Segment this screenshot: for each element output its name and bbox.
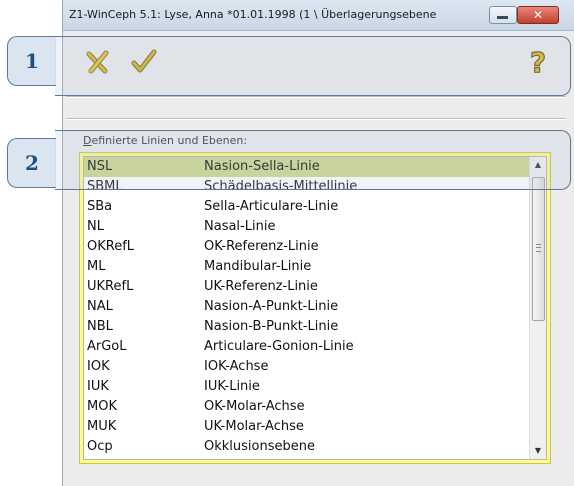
minimize-icon: [497, 16, 508, 19]
list-item-abbr: ArGoL: [87, 339, 127, 354]
callout-frame-2: [55, 130, 571, 190]
close-button[interactable]: ✕: [517, 6, 559, 24]
title-bar[interactable]: Z1-WinCeph 5.1: Lyse, Anna *01.01.1998 (…: [63, 0, 574, 31]
list-item-abbr: MUK: [87, 419, 117, 434]
list-item-name: Articulare-Gonion-Linie: [204, 339, 354, 354]
list-item-abbr: IUK: [87, 379, 109, 394]
callout-frame-1: [55, 36, 571, 96]
lines-listbox[interactable]: NSL Nasion-Sella-Linie SBML Schädelbasis-Mi…: [83, 156, 547, 460]
list-item-abbr: Ocp: [87, 439, 113, 454]
list-item[interactable]: MUK UK-Molar-Achse: [84, 417, 530, 437]
list-item[interactable]: UKRefL UK-Referenz-Linie: [84, 277, 530, 297]
list-item-abbr: NAL: [87, 299, 113, 314]
list-item[interactable]: ML Mandibular-Linie: [84, 257, 530, 277]
list-item-name: UK-Referenz-Linie: [204, 279, 318, 294]
list-item[interactable]: IOK IOK-Achse: [84, 357, 530, 377]
list-item-abbr: ML: [87, 259, 106, 274]
grip-icon: [536, 244, 541, 252]
list-item-name: OK-Referenz-Linie: [204, 239, 319, 254]
window-title: Z1-WinCeph 5.1: Lyse, Anna *01.01.1998 (…: [69, 8, 437, 21]
list-item[interactable]: SBa Sella-Articulare-Linie: [84, 197, 530, 217]
list-item-abbr: NBL: [87, 319, 113, 334]
scroll-thumb[interactable]: [532, 177, 545, 321]
scroll-down-icon[interactable]: ▼: [530, 443, 546, 459]
list-item[interactable]: IUK IUK-Linie: [84, 377, 530, 397]
list-item-name: Nasal-Linie: [204, 219, 276, 234]
list-item-name: OK-Molar-Achse: [204, 399, 305, 414]
list-item[interactable]: MOK OK-Molar-Achse: [84, 397, 530, 417]
section-separator: [66, 118, 566, 120]
toolbar-separator: [66, 96, 566, 98]
list-item[interactable]: ArGoL Articulare-Gonion-Linie: [84, 337, 530, 357]
list-item-name: IUK-Linie: [204, 379, 260, 394]
list-item-name: Okklusionsebene: [204, 439, 315, 454]
list-item[interactable]: OKRefL OK-Referenz-Linie: [84, 237, 530, 257]
list-item-name: IOK-Achse: [204, 359, 269, 374]
list-item[interactable]: Ocp Okklusionsebene: [84, 437, 530, 457]
list-item-name: Sella-Articulare-Linie: [204, 199, 339, 214]
list-item[interactable]: NAL Nasion-A-Punkt-Linie: [84, 297, 530, 317]
list-item-name: Nasion-B-Punkt-Linie: [204, 319, 339, 334]
callout-badge-2: 2: [7, 138, 56, 188]
list-item-abbr: OKRefL: [87, 239, 135, 254]
close-icon: ✕: [532, 8, 544, 22]
lines-listbox-highlight: NSL Nasion-Sella-Linie SBML Schädelbasis-Mi…: [79, 152, 551, 464]
list-item-abbr: IOK: [87, 359, 110, 374]
list-item-abbr: NL: [87, 219, 104, 234]
list-item-name: Nasion-A-Punkt-Linie: [204, 299, 339, 314]
vertical-scrollbar[interactable]: ▲ ▼: [529, 157, 546, 459]
list-item-abbr: MOK: [87, 399, 117, 414]
list-item-abbr: UKRefL: [87, 279, 134, 294]
list-item-name: UK-Molar-Achse: [204, 419, 304, 434]
list-rows: NSL Nasion-Sella-Linie SBML Schädelbasis-Mi…: [84, 157, 530, 457]
list-item[interactable]: NL Nasal-Linie: [84, 217, 530, 237]
list-item-name: Mandibular-Linie: [204, 259, 312, 274]
callout-badge-1: 1: [7, 36, 56, 86]
list-item-abbr: SBa: [87, 199, 113, 214]
list-item[interactable]: NBL Nasion-B-Punkt-Linie: [84, 317, 530, 337]
minimize-button[interactable]: [489, 6, 517, 24]
